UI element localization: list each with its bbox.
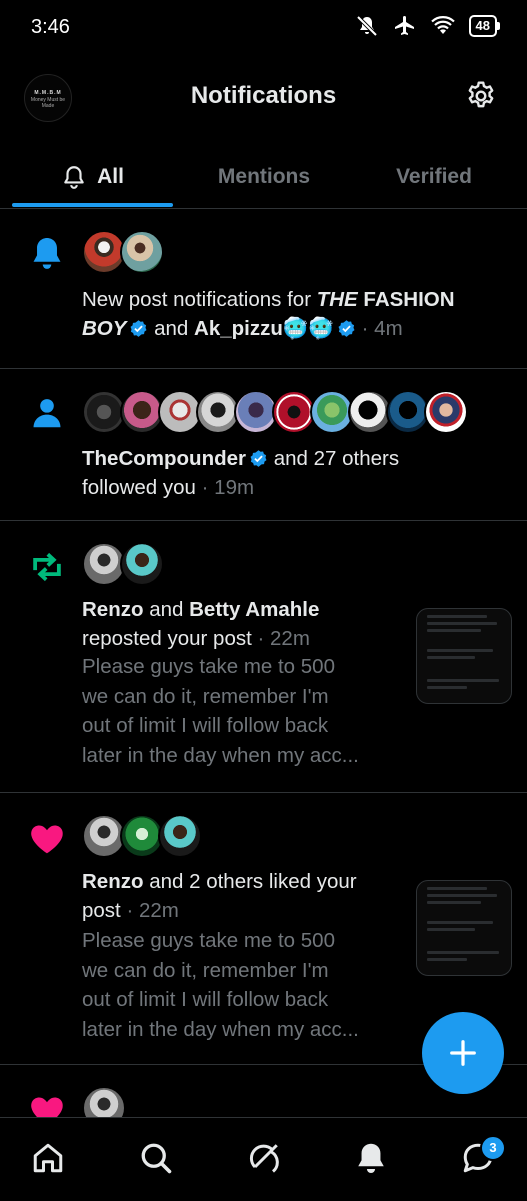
avatar-group: [82, 814, 202, 858]
settings-gear-icon[interactable]: [465, 80, 497, 112]
tab-verified[interactable]: Verified: [352, 146, 516, 208]
search-icon[interactable]: [138, 1140, 174, 1176]
wifi-icon: [430, 16, 455, 34]
status-icons: 48: [355, 14, 501, 38]
repost-icon: [33, 552, 61, 582]
tab-all[interactable]: All: [12, 146, 173, 208]
post-thumbnail[interactable]: [416, 880, 512, 976]
battery-indicator: 48: [468, 15, 501, 37]
avatar[interactable]: [424, 390, 468, 434]
avatar-group: [82, 542, 164, 586]
heart-icon: [31, 825, 63, 854]
bell-outline-icon: [64, 166, 84, 189]
active-tab-indicator: [12, 203, 173, 207]
tab-mentions[interactable]: Mentions: [176, 146, 352, 208]
notification-text: TheCompounder and 27 others followed you…: [82, 447, 400, 499]
verified-badge-icon: [250, 450, 267, 467]
notification-item[interactable]: Renzo and Betty Amahle reposted your pos…: [0, 520, 527, 793]
messages-count-badge: 3: [480, 1135, 506, 1161]
avatar[interactable]: [120, 542, 164, 586]
app-header: M.M.B.M Money Must be Made Notifications: [0, 64, 527, 130]
bell-icon: [33, 237, 61, 269]
tab-all-label: All: [97, 165, 124, 188]
airplane-mode-icon: [394, 16, 414, 35]
person-icon: [33, 399, 61, 428]
home-icon[interactable]: [30, 1140, 66, 1176]
notification-text: Renzo and Betty Amahle reposted your pos…: [82, 598, 320, 650]
tab-mentions-label: Mentions: [217, 165, 311, 188]
avatar-group: [82, 230, 164, 274]
clock: 3:46: [31, 16, 70, 38]
status-bar: 3:46 48: [0, 0, 527, 58]
bottom-navigation: [0, 1117, 527, 1201]
grok-icon[interactable]: [246, 1140, 282, 1176]
notification-item[interactable]: TheCompounder and 27 others followed you…: [0, 368, 527, 521]
bell-filled-icon[interactable]: [353, 1140, 389, 1176]
avatar[interactable]: [158, 814, 202, 858]
compose-post-button[interactable]: [422, 1012, 504, 1094]
page-title: Notifications: [190, 82, 337, 109]
notification-tabs: All Mentions Verified: [0, 146, 527, 209]
verified-badge-icon: [338, 320, 355, 337]
tab-verified-label: Verified: [396, 165, 472, 188]
notification-item[interactable]: New post notifications for THE FASHION B…: [0, 208, 527, 369]
plus-icon: [450, 1040, 476, 1066]
post-thumbnail[interactable]: [416, 608, 512, 704]
verified-badge-icon: [130, 320, 147, 337]
notification-text: New post notifications for THE FASHION B…: [82, 288, 455, 340]
post-preview-text: Please guys take me to 500 we can do it,…: [82, 929, 359, 1041]
post-preview-text: Please guys take me to 500 we can do it,…: [82, 655, 359, 767]
avatar[interactable]: [120, 230, 164, 274]
notification-text: Renzo and 2 others liked your post · 22m: [82, 870, 357, 922]
mute-icon: [356, 15, 377, 37]
avatar-group: [82, 390, 468, 434]
